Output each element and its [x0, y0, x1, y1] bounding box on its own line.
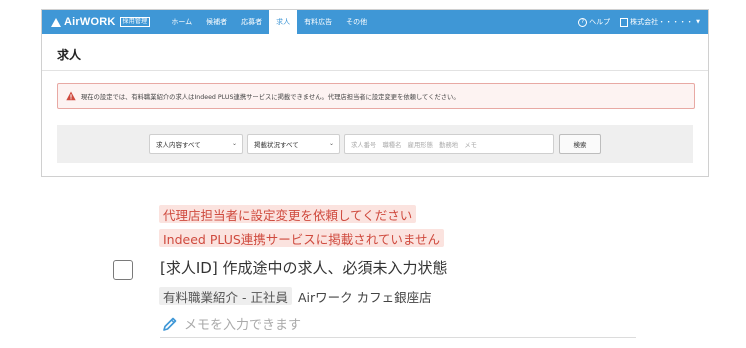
admin-window: AirWORK 採用管理 ホーム 候補者 応募者 求人 有料広告 その他 ? ヘ… — [41, 9, 709, 177]
help-icon: ? — [578, 17, 588, 27]
header-actions: ? ヘルプ 株式会社・・・・・ ▼ — [578, 17, 700, 27]
brand-badge: 採用管理 — [119, 17, 151, 27]
warning-tag-contact-agency: 代理店担当者に設定変更を依頼してください — [159, 205, 417, 223]
building-icon — [620, 17, 629, 27]
content-select[interactable]: 求人内容すべて ⌄ — [149, 134, 243, 154]
nav-other[interactable]: その他 — [339, 10, 374, 34]
memo-field[interactable]: メモを入力できます — [162, 314, 301, 333]
chevron-down-icon: ▼ — [696, 19, 700, 25]
status-select-value: 掲載状況すべて — [254, 141, 299, 149]
memo-underline — [160, 337, 636, 338]
pencil-icon — [163, 317, 177, 331]
filter-bar: 求人内容すべて ⌄ 掲載状況すべて ⌄ 求人番号 職種名 雇用形態 勤務地 メモ… — [57, 125, 693, 163]
alert-text: 現在の設定では、有料職業紹介の求人はIndeed PLUS連携サービスに掲載でき… — [81, 93, 460, 101]
job-title-link[interactable]: [求人ID] 作成途中の求人、必須未入力状態 — [160, 257, 447, 278]
search-button[interactable]: 検索 — [559, 134, 601, 154]
nav-candidates[interactable]: 候補者 — [199, 10, 234, 34]
job-select-checkbox[interactable] — [113, 260, 133, 280]
company-menu[interactable]: 株式会社・・・・・ ▼ — [610, 17, 700, 27]
search-input[interactable]: 求人番号 職種名 雇用形態 勤務地 メモ — [344, 134, 554, 154]
warning-alert: 現在の設定では、有料職業紹介の求人はIndeed PLUS連携サービスに掲載でき… — [57, 83, 695, 109]
page-title: 求人 — [57, 48, 82, 62]
chevron-down-icon: ⌄ — [231, 140, 237, 147]
logo-mark-icon — [51, 17, 61, 27]
divider — [42, 70, 708, 71]
nav-paid-ads[interactable]: 有料広告 — [297, 10, 339, 34]
help-label: ヘルプ — [589, 18, 611, 26]
employment-type-tag: 有料職業紹介 - 正社員 — [159, 287, 292, 305]
chevron-down-icon: ⌄ — [328, 140, 334, 147]
brand-logo[interactable]: AirWORK 採用管理 — [51, 16, 151, 28]
company-label: 株式会社・・・・・ — [630, 18, 694, 26]
memo-placeholder: メモを入力できます — [184, 318, 302, 333]
nav-applicants[interactable]: 応募者 — [234, 10, 269, 34]
content-select-value: 求人内容すべて — [156, 141, 201, 149]
store-name: Airワーク カフェ銀座店 — [298, 289, 432, 305]
main-nav: ホーム 候補者 応募者 求人 有料広告 その他 — [164, 10, 374, 34]
nav-jobs[interactable]: 求人 — [269, 10, 298, 34]
brand-name: AirWORK — [64, 16, 116, 28]
help-link[interactable]: ? ヘルプ — [578, 17, 610, 27]
status-select[interactable]: 掲載状況すべて ⌄ — [247, 134, 340, 154]
top-navbar: AirWORK 採用管理 ホーム 候補者 応募者 求人 有料広告 その他 ? ヘ… — [42, 10, 708, 34]
nav-home[interactable]: ホーム — [164, 10, 199, 34]
warning-icon — [66, 91, 76, 101]
search-placeholder: 求人番号 職種名 雇用形態 勤務地 メモ — [351, 141, 477, 149]
warning-tag-not-listed: Indeed PLUS連携サービスに掲載されていません — [159, 229, 445, 247]
